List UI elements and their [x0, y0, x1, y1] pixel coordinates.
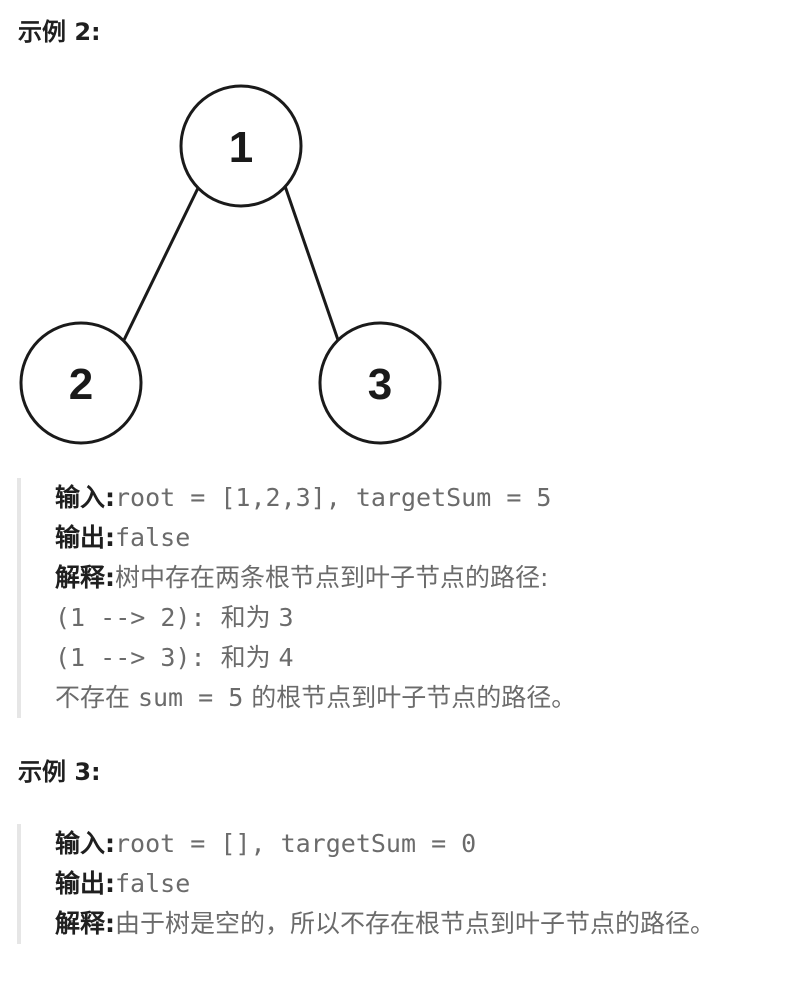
example-2-heading: 示例 2:	[18, 18, 101, 46]
path-2-text: 和为	[220, 643, 279, 672]
note-line: 不存在 sum = 5 的根节点到叶子节点的路径。	[55, 678, 775, 718]
output-line: 输出:false	[55, 864, 775, 904]
example-3-heading: 示例 3:	[18, 758, 101, 786]
tree-edge-root-left	[122, 185, 201, 341]
path-1-sum: 3	[278, 603, 294, 632]
output-value: false	[115, 869, 191, 898]
example-3-block: 输入:root = [], targetSum = 0 输出:false 解释:…	[17, 824, 775, 944]
input-value: root = [1,2,3], targetSum = 5	[115, 483, 552, 512]
path-1-route: (1 --> 2):	[55, 603, 221, 632]
explanation-line: 解释:树中存在两条根节点到叶子节点的路径:	[55, 558, 775, 598]
example-2-block: 输入:root = [1,2,3], targetSum = 5 输出:fals…	[17, 478, 775, 718]
path-1-line: (1 --> 2): 和为 3	[55, 598, 775, 638]
note-suffix: 的根节点到叶子节点的路径。	[243, 683, 577, 712]
explanation-label: 解释:	[55, 909, 115, 938]
path-2-sum: 4	[278, 643, 294, 672]
output-value: false	[115, 523, 191, 552]
tree-node-right-label: 3	[368, 360, 392, 409]
input-label: 输入:	[55, 483, 115, 512]
output-line: 输出:false	[55, 518, 775, 558]
note-code: sum = 5	[137, 683, 244, 712]
input-line: 输入:root = [1,2,3], targetSum = 5	[55, 478, 775, 518]
binary-tree-diagram: 1 2 3	[0, 60, 460, 450]
input-label: 输入:	[55, 829, 115, 858]
path-1-text: 和为	[220, 603, 279, 632]
output-label: 输出:	[55, 523, 115, 552]
input-value: root = [], targetSum = 0	[115, 829, 477, 858]
tree-node-root-label: 1	[229, 123, 253, 172]
tree-node-left-label: 2	[69, 360, 93, 409]
tree-edge-root-right	[283, 185, 340, 341]
path-2-line: (1 --> 3): 和为 4	[55, 638, 775, 678]
input-line: 输入:root = [], targetSum = 0	[55, 824, 775, 864]
note-prefix: 不存在	[55, 683, 138, 712]
explanation-label: 解释:	[55, 563, 115, 592]
path-2-route: (1 --> 3):	[55, 643, 221, 672]
output-label: 输出:	[55, 869, 115, 898]
explanation-text: 由于树是空的，所以不存在根节点到叶子节点的路径。	[115, 909, 716, 938]
explanation-line: 解释:由于树是空的，所以不存在根节点到叶子节点的路径。	[55, 904, 765, 944]
explanation-text: 树中存在两条根节点到叶子节点的路径:	[115, 563, 549, 592]
